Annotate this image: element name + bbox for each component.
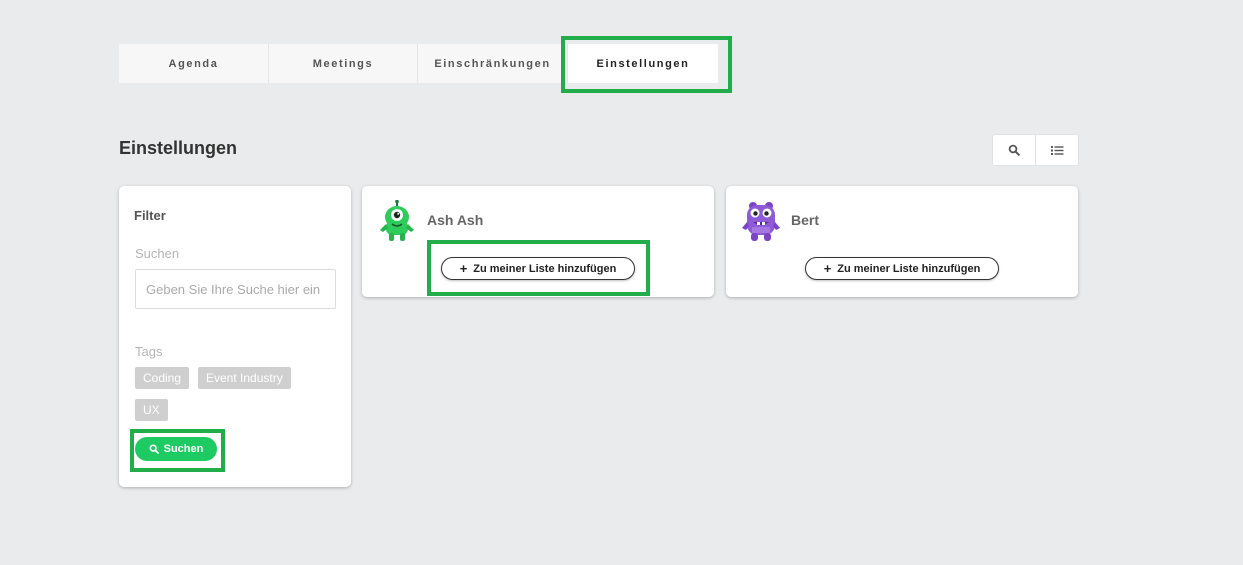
- plus-icon: +: [459, 261, 468, 276]
- tab-einschraenkungen[interactable]: Einschränkungen: [418, 44, 568, 83]
- search-label: Suchen: [135, 246, 180, 261]
- search-button-label: Suchen: [163, 443, 204, 455]
- tag-coding[interactable]: Coding: [135, 367, 190, 389]
- tab-agenda[interactable]: Agenda: [119, 44, 269, 83]
- filter-panel: Filter Suchen Tags Coding Event Industry…: [119, 186, 351, 487]
- tag-ux[interactable]: UX: [135, 399, 168, 421]
- monster-avatar-icon: [380, 200, 414, 241]
- filter-title: Filter: [134, 208, 166, 223]
- search-input[interactable]: [135, 269, 336, 309]
- person-card: Bert + Zu meiner Liste hinzufügen: [726, 186, 1078, 297]
- tags-label: Tags: [135, 344, 163, 359]
- tag-event-industry[interactable]: Event Industry: [198, 367, 291, 389]
- plus-icon: +: [823, 261, 832, 276]
- tab-bar: Agenda Meetings Einschränkungen Einstell…: [119, 44, 718, 83]
- person-name: Ash Ash: [427, 212, 484, 228]
- add-to-list-label: Zu meiner Liste hinzufügen: [837, 262, 981, 275]
- add-to-list-label: Zu meiner Liste hinzufügen: [473, 262, 617, 275]
- search-icon: [149, 444, 159, 454]
- list-icon: [1050, 145, 1063, 155]
- search-button[interactable]: Suchen: [135, 437, 217, 461]
- search-toggle-button[interactable]: [993, 135, 1035, 165]
- monster-avatar-icon: [742, 202, 780, 241]
- tab-einstellungen[interactable]: Einstellungen: [568, 44, 718, 83]
- search-icon: [1008, 144, 1020, 156]
- tab-meetings[interactable]: Meetings: [269, 44, 418, 83]
- person-card: Ash Ash + Zu meiner Liste hinzufügen: [362, 186, 714, 297]
- add-to-list-button[interactable]: + Zu meiner Liste hinzufügen: [441, 257, 635, 280]
- view-toggle: [992, 134, 1079, 166]
- list-toggle-button[interactable]: [1035, 135, 1078, 165]
- person-name: Bert: [791, 212, 820, 228]
- add-to-list-button[interactable]: + Zu meiner Liste hinzufügen: [805, 257, 999, 280]
- page-title: Einstellungen: [119, 138, 238, 158]
